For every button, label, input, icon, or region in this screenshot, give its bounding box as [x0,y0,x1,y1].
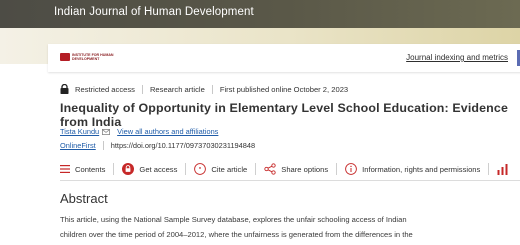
share-options-button[interactable]: Share options [264,163,328,175]
contents-label: Contents [75,164,106,174]
abstract-text: This article, using the National Sample … [60,212,516,242]
toolbar-divider [336,163,338,175]
article-type: Research article [149,84,205,94]
toolbar-divider [185,163,187,175]
logo-mark [60,53,70,61]
info-icon [345,163,357,175]
publication-date: First published online October 2, 2023 [219,84,349,94]
contents-button[interactable]: Contents [60,165,105,174]
doi-divider [102,141,104,150]
metrics-button[interactable] [497,163,513,175]
get-access-button[interactable]: Get access [122,163,177,175]
toolbar-divider [113,163,115,175]
authors-row: Tista Kundu View all authors and affilia… [60,127,218,136]
publisher-logo[interactable]: INSTITUTE FOR HUMAN DEVELOPMENT [60,53,114,61]
abstract-line: This article, using the National Sample … [60,215,407,224]
article-meta: Restricted access Research article First… [60,84,348,94]
toolbar-divider [488,163,490,175]
mail-icon[interactable] [102,128,111,135]
list-icon [60,165,70,173]
information-label: Information, rights and permissions [362,164,481,174]
bar-chart-icon [497,163,508,175]
journal-title[interactable]: Indian Journal of Human Development [54,6,254,18]
author-link[interactable]: Tista Kundu [60,127,99,136]
get-access-label: Get access [139,164,178,174]
share-label: Share options [281,164,329,174]
article-toolbar: Contents Get access " Cite article Share… [60,160,520,178]
cite-article-button[interactable]: " Cite article [194,163,247,175]
access-status: Restricted access [75,84,135,94]
logo-text: INSTITUTE FOR HUMAN DEVELOPMENT [72,53,114,61]
quote-icon: " [194,163,207,175]
share-icon [264,163,276,175]
publisher-header: INSTITUTE FOR HUMAN DEVELOPMENT Journal … [48,44,520,72]
information-button[interactable]: Information, rights and permissions [345,163,480,175]
journal-indexing-link[interactable]: Journal indexing and metrics [406,53,508,62]
view-all-authors-link[interactable]: View all authors and affiliations [117,127,218,136]
journal-title-bar: Indian Journal of Human Development [0,0,520,28]
article-title: Inequality of Opportunity in Elementary … [60,101,508,129]
lock-icon [60,84,69,94]
section-divider [60,180,520,181]
toolbar-divider [255,163,257,175]
abstract-line: children over the time period of 2004–20… [60,230,413,239]
abstract-heading: Abstract [60,191,108,206]
meta-divider [211,84,213,94]
svg-text:": " [199,166,202,174]
onlinefirst-link[interactable]: OnlineFirst [60,141,96,150]
doi-row: OnlineFirst https://doi.org/10.1177/0973… [60,141,255,150]
cite-label: Cite article [211,164,248,174]
meta-divider [141,84,143,94]
lock-icon [122,163,135,175]
doi-url[interactable]: https://doi.org/10.1177/0973703023119484… [111,141,255,150]
